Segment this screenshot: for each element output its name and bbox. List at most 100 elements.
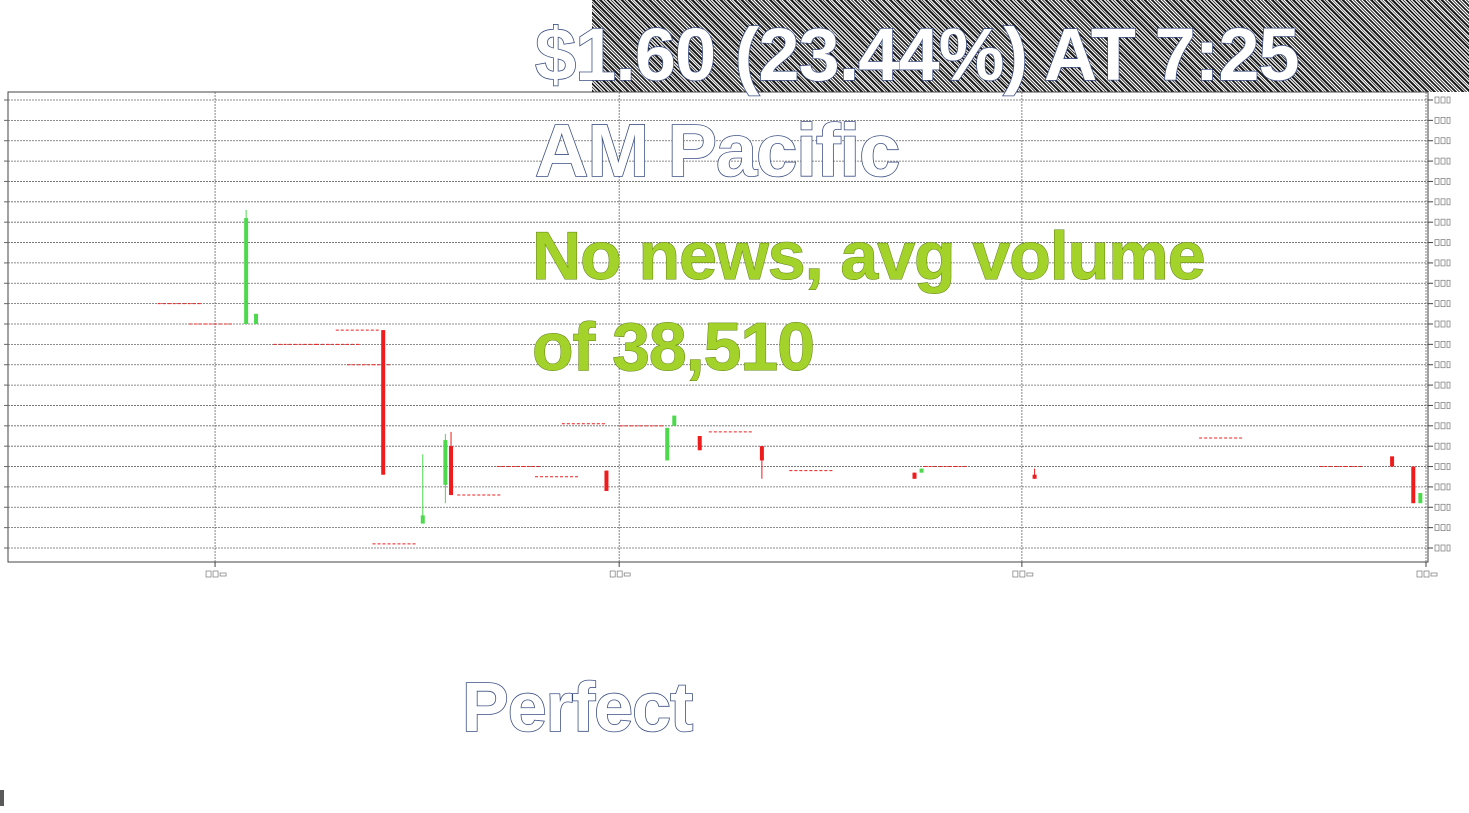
x-tick-glyph-part: [609, 570, 616, 578]
candle-body: [919, 468, 924, 473]
candle-body: [672, 415, 677, 426]
x-tick-glyph-part: [212, 570, 219, 578]
candle: [1390, 456, 1395, 467]
x-tick-label-glyph: [205, 570, 227, 578]
y-tick-glyph-part: [1434, 218, 1440, 226]
candle-body: [449, 446, 454, 496]
candle-body: [665, 427, 670, 461]
candle-body: [912, 472, 917, 479]
y-tick-glyph-part: [1440, 178, 1446, 185]
candle: [254, 313, 259, 324]
candle: [912, 472, 917, 479]
y-tick-glyph-part: [1434, 157, 1440, 165]
y-tick-glyph-part: [1446, 463, 1451, 470]
y-tick-glyph-part: [1440, 402, 1446, 409]
y-tick-glyph-part: [1434, 361, 1440, 369]
x-tick-glyph-part: [219, 572, 227, 577]
corner-mark: [0, 790, 4, 806]
y-tick-glyph-part: [1446, 341, 1451, 348]
y-tick-glyph-part: [1434, 463, 1440, 470]
y-tick-glyph-part: [1446, 442, 1451, 450]
y-tick-label-glyph: [1434, 463, 1451, 470]
y-tick-glyph-part: [1440, 422, 1446, 430]
y-tick-glyph-part: [1446, 178, 1451, 185]
y-tick-glyph-part: [1446, 117, 1451, 124]
candle: [672, 415, 677, 426]
y-tick-glyph-part: [1440, 341, 1446, 348]
candle: [449, 431, 454, 496]
y-tick-glyph-part: [1446, 198, 1451, 206]
y-tick-glyph-part: [1440, 463, 1446, 470]
y-tick-glyph-part: [1434, 279, 1440, 287]
y-tick-glyph-part: [1440, 96, 1446, 104]
y-tick-glyph-part: [1446, 524, 1451, 531]
price-change-headline: $1.60 (23.44%) AT 7:25: [534, 13, 1300, 96]
x-tick-glyph-part: [616, 570, 623, 578]
y-tick-label-glyph: [1434, 178, 1451, 185]
y-tick-glyph-part: [1434, 422, 1440, 430]
y-tick-glyph-part: [1446, 137, 1451, 145]
y-tick-label-glyph: [1434, 137, 1451, 145]
y-tick-glyph-part: [1446, 300, 1451, 307]
candle: [1418, 493, 1423, 504]
x-tick-label-glyph: [1012, 570, 1034, 578]
y-tick-glyph-part: [1446, 279, 1451, 287]
candle: [381, 330, 386, 475]
candle: [443, 433, 448, 504]
y-tick-glyph-part: [1440, 198, 1446, 206]
y-tick-label-glyph: [1434, 503, 1451, 511]
y-tick-glyph-part: [1440, 239, 1446, 246]
y-tick-glyph-part: [1446, 96, 1451, 104]
y-tick-glyph-part: [1446, 544, 1451, 552]
y-tick-glyph-part: [1434, 259, 1440, 267]
price-time-zone-headline: AM Pacific: [534, 109, 901, 192]
y-tick-glyph-part: [1440, 544, 1446, 552]
candle: [919, 468, 924, 473]
y-tick-glyph-part: [1434, 402, 1440, 409]
candle-body: [604, 470, 609, 491]
y-tick-glyph-part: [1434, 178, 1440, 185]
candle-body: [1390, 456, 1395, 467]
y-tick-glyph-part: [1434, 381, 1440, 389]
candle-body: [1411, 466, 1416, 504]
y-tick-glyph-part: [1434, 137, 1440, 145]
x-tick-label-glyph: [609, 570, 631, 578]
x-tick-glyph-part: [1430, 572, 1438, 577]
y-tick-glyph-part: [1434, 544, 1440, 552]
y-tick-glyph-part: [1434, 524, 1440, 531]
y-tick-label-glyph: [1434, 381, 1451, 389]
candle-body: [381, 330, 386, 475]
news-note-line-2: of 38,510: [531, 309, 815, 385]
y-tick-glyph-part: [1440, 218, 1446, 226]
y-tick-glyph-part: [1440, 279, 1446, 287]
y-tick-label-glyph: [1434, 483, 1451, 491]
candle: [697, 436, 702, 451]
y-tick-glyph-part: [1440, 524, 1446, 531]
y-tick-glyph-part: [1446, 320, 1451, 328]
x-tick-label-glyph: [1416, 570, 1438, 578]
y-tick-glyph-part: [1440, 259, 1446, 267]
y-tick-glyph-part: [1434, 320, 1440, 328]
x-tick-glyph-part: [1416, 570, 1423, 578]
y-tick-label-glyph: [1434, 442, 1451, 450]
candle-body: [420, 515, 425, 524]
y-tick-glyph-part: [1440, 381, 1446, 389]
x-tick-glyph-part: [623, 572, 631, 577]
y-tick-glyph-part: [1446, 422, 1451, 430]
candle: [604, 470, 609, 491]
y-tick-label-glyph: [1434, 361, 1451, 369]
y-tick-label-glyph: [1434, 239, 1451, 246]
y-tick-glyph-part: [1440, 483, 1446, 491]
y-tick-glyph-part: [1446, 218, 1451, 226]
candle-body: [254, 313, 259, 324]
y-tick-glyph-part: [1446, 361, 1451, 369]
y-tick-glyph-part: [1434, 300, 1440, 307]
y-tick-glyph-part: [1434, 239, 1440, 246]
y-tick-glyph-part: [1446, 157, 1451, 165]
y-tick-label-glyph: [1434, 96, 1451, 104]
y-tick-label-glyph: [1434, 157, 1451, 165]
y-tick-glyph-part: [1440, 117, 1446, 124]
candle-body: [244, 218, 249, 324]
y-tick-glyph-part: [1434, 198, 1440, 206]
y-tick-label-glyph: [1434, 218, 1451, 226]
